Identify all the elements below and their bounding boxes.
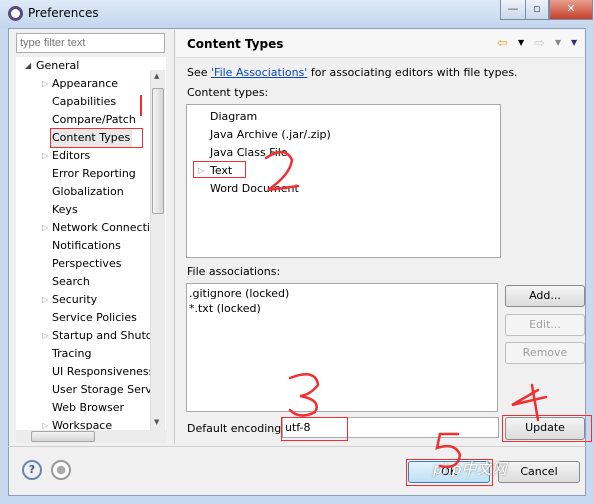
annotation-numbers [264, 150, 548, 469]
annotation-4 [511, 383, 548, 422]
annotation-2 [264, 150, 300, 192]
annotation-5 [435, 432, 462, 469]
annotation-3 [288, 373, 320, 417]
